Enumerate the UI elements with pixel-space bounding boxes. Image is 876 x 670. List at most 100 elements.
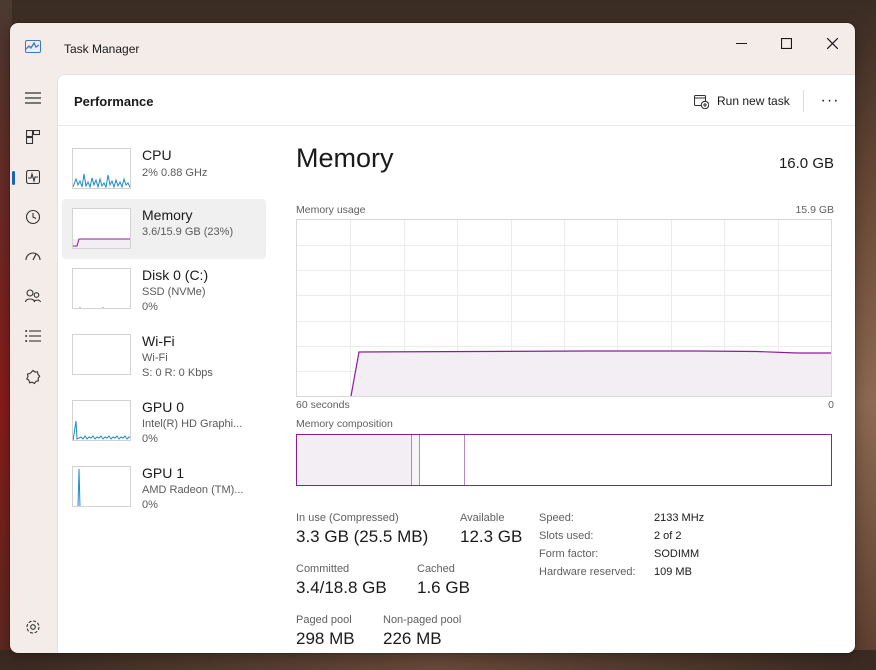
task-manager-window: Task Manager Performance Run new task ··… <box>10 23 855 653</box>
page-title: Performance <box>74 94 154 109</box>
hardware-reserved-value: 109 MB <box>654 566 692 578</box>
wifi-thumbnail-graph <box>72 334 131 375</box>
more-options-icon: ··· <box>820 92 840 109</box>
composition-modified-segment[interactable] <box>412 435 420 485</box>
perf-item-detail: 2% 0.88 GHz <box>142 167 208 179</box>
perf-item-name: Wi-Fi <box>142 333 175 349</box>
composition-free-segment[interactable] <box>465 435 831 485</box>
perf-item-name: CPU <box>142 147 172 163</box>
composition-standby-segment[interactable] <box>420 435 465 485</box>
paged-pool-label: Paged pool <box>296 614 352 626</box>
time-axis-left-label: 60 seconds <box>296 399 350 411</box>
maximize-icon <box>780 37 792 49</box>
memory-heading: Memory <box>296 143 394 173</box>
disk-thumbnail-graph <box>72 268 131 309</box>
memory-composition-label: Memory composition <box>296 418 393 430</box>
memory-detail-panel: Memory 16.0 GB Memory usage 15.9 GB 60 s… <box>296 135 836 648</box>
app-history-icon <box>25 209 41 225</box>
perf-item-usage: 0% <box>142 301 158 313</box>
paged-pool-value: 298 MB <box>296 629 355 648</box>
cpu-thumbnail-graph <box>72 148 131 189</box>
perf-item-gpu0[interactable]: GPU 0 Intel(R) HD Graphi... 0% <box>62 391 266 451</box>
speed-label: Speed: <box>539 512 574 524</box>
desktop-wallpaper-bottom <box>0 650 876 670</box>
close-button[interactable] <box>809 29 855 57</box>
memory-usage-plot <box>297 220 831 397</box>
details-icon <box>25 330 41 342</box>
form-factor-label: Form factor: <box>539 548 599 560</box>
memory-usage-graph <box>296 219 832 397</box>
minimize-button[interactable] <box>718 29 764 57</box>
nav-settings[interactable] <box>18 612 48 642</box>
slots-used-value: 2 of 2 <box>654 530 682 542</box>
perf-item-throughput: S: 0 R: 0 Kbps <box>142 367 213 379</box>
hardware-reserved-label: Hardware reserved: <box>539 566 636 578</box>
composition-in-use-segment[interactable] <box>297 435 412 485</box>
committed-value: 3.4/18.8 GB <box>296 578 387 597</box>
maximize-button[interactable] <box>763 29 809 57</box>
time-axis-right-label: 0 <box>828 399 834 411</box>
memory-usage-area <box>351 351 831 396</box>
non-paged-pool-label: Non-paged pool <box>383 614 462 626</box>
perf-item-name: GPU 0 <box>142 399 185 415</box>
in-use-value: 3.3 GB (25.5 MB) <box>296 527 429 546</box>
run-new-task-button[interactable]: Run new task <box>694 89 790 113</box>
form-factor-value: SODIMM <box>654 548 700 560</box>
perf-item-name: Disk 0 (C:) <box>142 267 209 283</box>
memory-thumbnail-graph <box>72 208 131 249</box>
gpu0-thumbnail-graph <box>72 400 131 441</box>
task-manager-app-icon <box>25 40 41 53</box>
in-use-label: In use (Compressed) <box>296 512 399 524</box>
more-options-button[interactable]: ··· <box>818 89 842 113</box>
perf-item-detail: 3.6/15.9 GB (23%) <box>142 226 234 238</box>
memory-total-capacity: 16.0 GB <box>778 155 834 172</box>
slots-used-label: Slots used: <box>539 530 594 542</box>
performance-page: Performance Run new task ··· CPU 2% 0.88… <box>57 74 855 653</box>
users-icon <box>25 289 41 303</box>
committed-label: Committed <box>296 563 350 575</box>
perf-item-name: GPU 1 <box>142 465 185 481</box>
window-title: Task Manager <box>64 42 140 56</box>
title-bar[interactable]: Task Manager <box>10 23 855 73</box>
processes-icon <box>26 130 40 144</box>
perf-item-disk[interactable]: Disk 0 (C:) SSD (NVMe) 0% <box>62 259 266 319</box>
speed-value: 2133 MHz <box>654 512 705 524</box>
nav-users[interactable] <box>18 281 48 311</box>
memory-usage-label: Memory usage <box>296 204 366 216</box>
perf-item-detail: SSD (NVMe) <box>142 286 206 298</box>
startup-apps-icon <box>25 252 41 261</box>
perf-item-memory[interactable]: Memory 3.6/15.9 GB (23%) <box>62 199 266 259</box>
memory-composition-bar <box>296 434 832 486</box>
available-label: Available <box>460 512 505 524</box>
close-icon <box>826 37 838 49</box>
performance-icon <box>26 170 40 184</box>
perf-item-usage: 0% <box>142 499 158 511</box>
perf-item-detail: Wi-Fi <box>142 352 168 364</box>
perf-item-usage: 0% <box>142 433 158 445</box>
perf-item-wifi[interactable]: Wi-Fi Wi-Fi S: 0 R: 0 Kbps <box>62 325 266 385</box>
memory-usage-max: 15.9 GB <box>795 204 834 216</box>
perf-item-detail: Intel(R) HD Graphi... <box>142 418 243 430</box>
page-header: Performance Run new task ··· <box>58 75 855 126</box>
perf-item-gpu1[interactable]: GPU 1 AMD Radeon (TM)... 0% <box>62 457 266 517</box>
run-new-task-icon <box>694 94 709 109</box>
settings-icon <box>26 620 40 634</box>
nav-services[interactable] <box>18 362 48 392</box>
perf-item-name: Memory <box>142 207 193 223</box>
nav-startup-apps[interactable] <box>18 241 48 271</box>
run-new-task-label: Run new task <box>717 94 790 108</box>
available-value: 12.3 GB <box>460 527 523 546</box>
gpu1-thumbnail-graph <box>72 466 131 507</box>
header-separator <box>803 90 804 112</box>
hamburger-menu-button[interactable] <box>18 83 48 113</box>
hamburger-icon <box>25 92 41 104</box>
perf-item-cpu[interactable]: CPU 2% 0.88 GHz <box>62 139 266 199</box>
services-icon <box>26 369 41 385</box>
navigation-rail <box>10 73 56 653</box>
nav-details[interactable] <box>18 321 48 351</box>
cached-value: 1.6 GB <box>417 578 470 597</box>
nav-performance[interactable] <box>12 162 48 192</box>
nav-app-history[interactable] <box>18 202 48 232</box>
nav-processes[interactable] <box>18 122 48 152</box>
minimize-icon <box>735 42 747 44</box>
